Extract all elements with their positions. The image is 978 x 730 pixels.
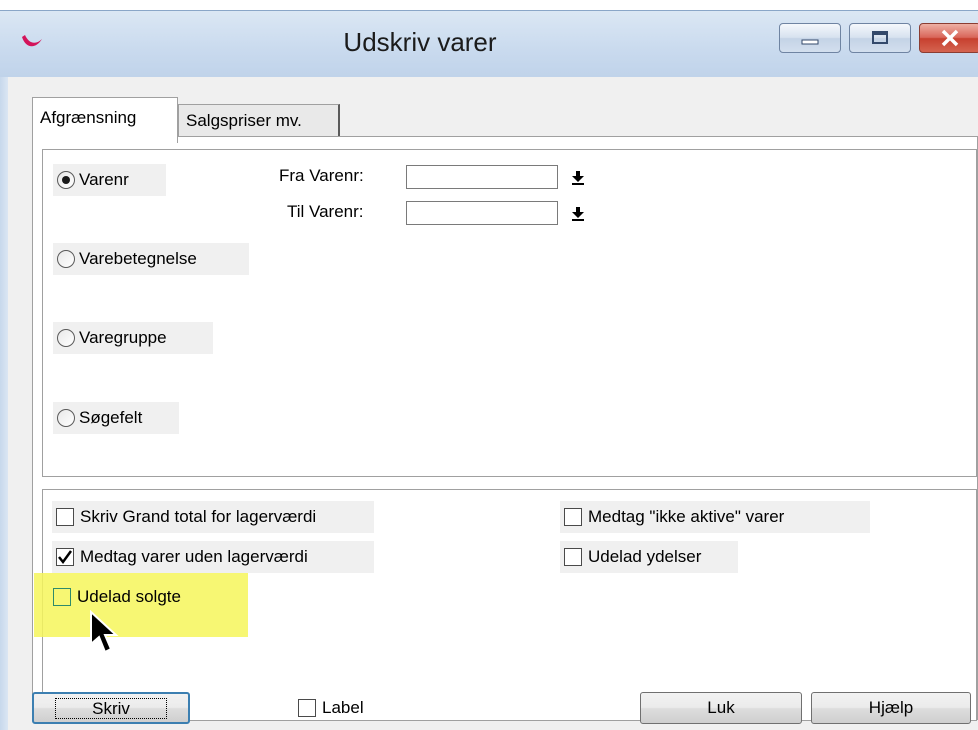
- radio-label: Varegruppe: [79, 328, 167, 347]
- til-varenr-label: Til Varenr:: [287, 202, 364, 221]
- title-bar[interactable]: Udskriv varer: [0, 11, 978, 77]
- window-frame: [0, 77, 8, 730]
- dialog-window: Udskriv varer Afgrænsning Salgspriser mv…: [0, 10, 978, 730]
- tab-label: Afgrænsning: [40, 108, 137, 127]
- radio-varebetegnelse[interactable]: Varebetegnelse: [53, 243, 249, 275]
- checkbox-grand-total[interactable]: Skriv Grand total for lagerværdi: [52, 501, 374, 533]
- fra-varenr-input[interactable]: [406, 165, 558, 189]
- radio-button[interactable]: [57, 329, 75, 347]
- checkbox-udelad-solgte[interactable]: Udelad solgte: [49, 581, 229, 613]
- checkbox-label: Udelad solgte: [77, 587, 181, 606]
- checkbox-label: Medtag varer uden lagerværdi: [80, 547, 308, 566]
- checkbox[interactable]: [564, 548, 582, 566]
- checkbox-ikke-aktive[interactable]: Medtag "ikke aktive" varer: [560, 501, 870, 533]
- selection-group: Varenr Varebetegnelse Varegruppe Søgefel…: [42, 149, 977, 477]
- skriv-label: Skriv: [55, 698, 167, 719]
- checkbox[interactable]: [53, 588, 71, 606]
- til-varenr-lookup-button[interactable]: [569, 203, 587, 223]
- tab-afgraensning[interactable]: Afgrænsning: [32, 97, 178, 143]
- radio-soegefelt[interactable]: Søgefelt: [53, 402, 179, 434]
- arrow-down-icon: [572, 207, 584, 221]
- mouse-pointer-icon: [90, 610, 119, 654]
- checkbox-label: Udelad ydelser: [588, 547, 702, 566]
- close-icon: [920, 24, 978, 52]
- checkbox-label-option[interactable]: Label: [298, 698, 364, 718]
- fra-varenr-lookup-button[interactable]: [569, 167, 587, 187]
- radio-label: Varenr: [79, 170, 129, 189]
- radio-button[interactable]: [57, 250, 75, 268]
- close-button[interactable]: [919, 23, 978, 53]
- window-title: Udskriv varer: [343, 27, 497, 57]
- luk-label: Luk: [707, 698, 735, 717]
- maximize-icon: [850, 24, 910, 52]
- radio-varegruppe[interactable]: Varegruppe: [53, 322, 213, 354]
- til-varenr-input[interactable]: [406, 201, 558, 225]
- radio-button-checked[interactable]: [57, 171, 75, 189]
- arrow-down-icon: [572, 171, 584, 185]
- checkbox-checked[interactable]: [56, 548, 74, 566]
- radio-label: Søgefelt: [79, 408, 143, 427]
- checkbox-label: Label: [322, 698, 364, 717]
- checkbox[interactable]: [298, 699, 316, 717]
- checkbox-uden-lagervaerdi[interactable]: Medtag varer uden lagerværdi: [52, 541, 374, 573]
- checkbox[interactable]: [56, 508, 74, 526]
- checkbox-udelad-ydelser[interactable]: Udelad ydelser: [560, 541, 738, 573]
- radio-button[interactable]: [57, 409, 75, 427]
- tab-salgspriser[interactable]: Salgspriser mv.: [178, 104, 340, 136]
- radio-label: Varebetegnelse: [79, 249, 197, 268]
- checkbox-label: Skriv Grand total for lagerværdi: [80, 507, 317, 526]
- radio-varenr[interactable]: Varenr: [53, 164, 166, 196]
- skriv-button[interactable]: Skriv: [32, 692, 190, 724]
- minimize-button[interactable]: [779, 23, 841, 53]
- dialog-client: Afgrænsning Salgspriser mv. Varenr Vareb…: [8, 77, 978, 730]
- maximize-button[interactable]: [849, 23, 911, 53]
- minimize-icon: [780, 24, 840, 52]
- hjaelp-label: Hjælp: [868, 698, 914, 717]
- checkbox-label: Medtag "ikke aktive" varer: [588, 507, 785, 526]
- fra-varenr-label: Fra Varenr:: [279, 166, 364, 185]
- checkbox[interactable]: [564, 508, 582, 526]
- tab-label: Salgspriser mv.: [186, 111, 302, 130]
- checkmark-icon: [58, 550, 73, 565]
- luk-button[interactable]: Luk: [640, 692, 802, 724]
- hjaelp-button[interactable]: Hjælp: [811, 692, 971, 724]
